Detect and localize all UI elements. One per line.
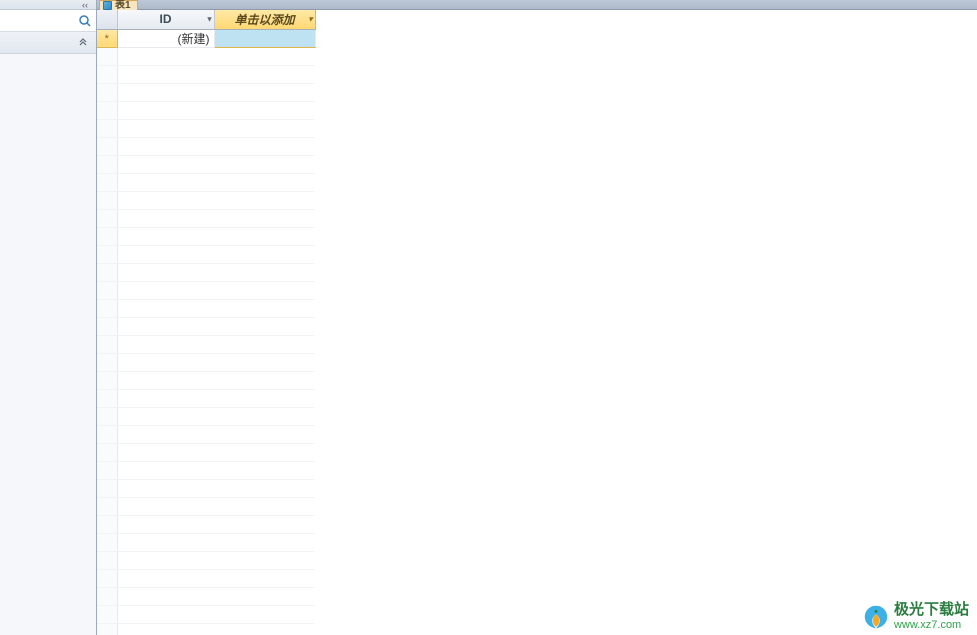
empty-row bbox=[97, 335, 315, 353]
dropdown-icon: ▾ bbox=[308, 15, 312, 24]
nav-group-header[interactable] bbox=[0, 32, 96, 54]
empty-row bbox=[97, 479, 315, 497]
empty-row bbox=[97, 353, 315, 371]
chevron-up-icon bbox=[78, 37, 88, 48]
empty-row bbox=[97, 425, 315, 443]
empty-row bbox=[97, 299, 315, 317]
empty-row bbox=[97, 389, 315, 407]
datasheet: ID ▾ 单击以添加 ▾ * bbox=[97, 10, 977, 635]
empty-row bbox=[97, 245, 315, 263]
empty-row bbox=[97, 497, 315, 515]
nav-collapse-icon[interactable]: ‹‹ bbox=[80, 0, 90, 10]
empty-row bbox=[97, 317, 315, 335]
empty-row bbox=[97, 65, 315, 83]
tab-table1[interactable]: 表1 bbox=[99, 0, 138, 10]
empty-row bbox=[97, 587, 315, 605]
add-cell[interactable] bbox=[214, 29, 315, 47]
empty-row bbox=[97, 191, 315, 209]
empty-row bbox=[97, 407, 315, 425]
empty-row bbox=[97, 533, 315, 551]
grid-table: ID ▾ 单击以添加 ▾ * bbox=[97, 10, 316, 635]
app-root: ‹‹ 表1 bbox=[0, 0, 977, 635]
empty-row bbox=[97, 281, 315, 299]
nav-pane-header: ‹‹ bbox=[0, 0, 96, 10]
empty-row bbox=[97, 461, 315, 479]
tab-label: 表1 bbox=[115, 1, 131, 11]
empty-row bbox=[97, 371, 315, 389]
empty-row bbox=[97, 263, 315, 281]
empty-row bbox=[97, 515, 315, 533]
empty-row bbox=[97, 209, 315, 227]
empty-row bbox=[97, 443, 315, 461]
column-header-add-label: 单击以添加 bbox=[234, 13, 294, 27]
id-cell[interactable]: (新建) bbox=[117, 29, 214, 47]
empty-row bbox=[97, 47, 315, 65]
column-header-id[interactable]: ID ▾ bbox=[117, 10, 214, 29]
empty-row bbox=[97, 173, 315, 191]
column-header-add[interactable]: 单击以添加 ▾ bbox=[214, 10, 315, 29]
grid-scroller[interactable]: ID ▾ 单击以添加 ▾ * bbox=[97, 10, 977, 635]
main-area: 表1 ID ▾ bbox=[97, 0, 977, 635]
nav-body bbox=[0, 54, 96, 635]
empty-row bbox=[97, 605, 315, 623]
search-icon[interactable] bbox=[76, 12, 94, 30]
tab-bar: 表1 bbox=[97, 0, 977, 10]
select-all-header[interactable] bbox=[97, 10, 117, 29]
empty-row bbox=[97, 137, 315, 155]
column-header-id-label: ID bbox=[160, 12, 172, 26]
header-row: ID ▾ 单击以添加 ▾ bbox=[97, 10, 315, 29]
empty-row bbox=[97, 119, 315, 137]
empty-row bbox=[97, 83, 315, 101]
new-row-icon: * bbox=[105, 33, 109, 45]
table-icon bbox=[103, 1, 112, 10]
empty-row bbox=[97, 155, 315, 173]
search-input[interactable] bbox=[2, 12, 76, 30]
navigation-pane: ‹‹ bbox=[0, 0, 97, 635]
new-record-row[interactable]: * (新建) bbox=[97, 29, 315, 47]
empty-row bbox=[97, 227, 315, 245]
empty-row bbox=[97, 101, 315, 119]
nav-search-row bbox=[0, 10, 96, 32]
empty-row bbox=[97, 551, 315, 569]
empty-row bbox=[97, 569, 315, 587]
row-selector[interactable]: * bbox=[97, 29, 117, 47]
empty-row bbox=[97, 623, 315, 635]
id-cell-value: (新建) bbox=[178, 32, 210, 46]
dropdown-icon: ▾ bbox=[207, 15, 211, 24]
